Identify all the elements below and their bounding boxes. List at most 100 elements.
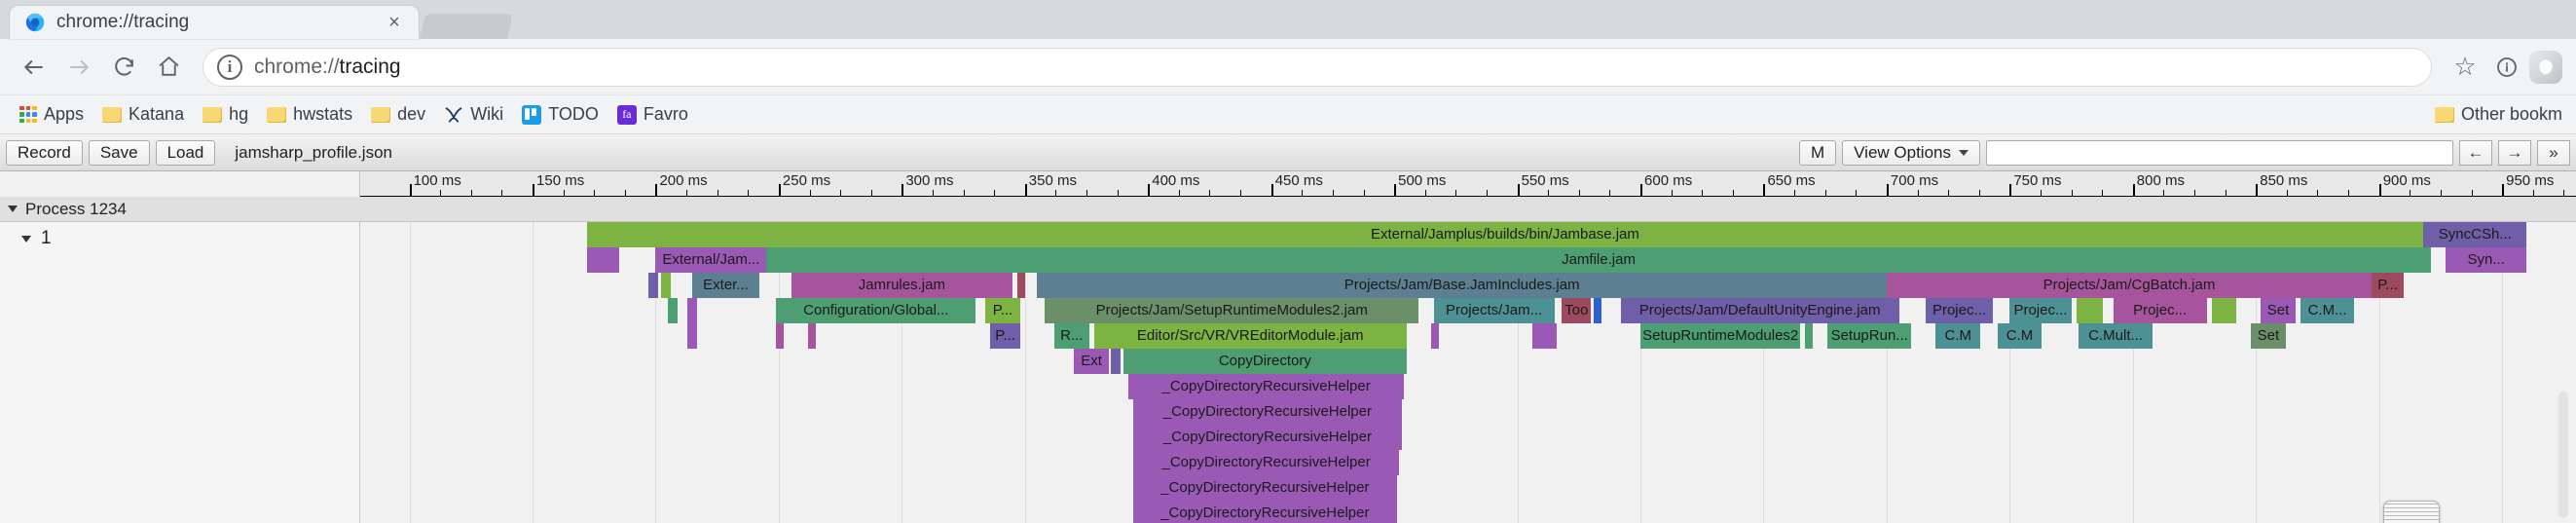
flame-slice[interactable] xyxy=(1431,323,1439,349)
browser-tab-strip: chrome://tracing × xyxy=(0,0,2576,39)
search-prev-button[interactable]: ← xyxy=(2459,139,2492,166)
flame-slice[interactable]: Editor/Src/VR/VREditorModule.jam xyxy=(1093,323,1407,349)
flame-slice[interactable] xyxy=(1111,349,1122,374)
ruler-major-tick xyxy=(1024,184,1027,196)
flame-slice[interactable]: SetupRuntimeModules2 xyxy=(1640,323,1801,349)
flame-slice[interactable]: C.M xyxy=(1935,323,1980,349)
flame-slice[interactable]: Projects/Jam/DefaultUnityEngine.jam xyxy=(1620,298,1899,323)
back-icon[interactable] xyxy=(14,47,55,88)
forward-icon[interactable] xyxy=(58,47,99,88)
flame-slice[interactable] xyxy=(1805,323,1814,349)
thread-row[interactable]: 1 xyxy=(21,228,359,249)
bookmark-favro[interactable]: fa Favro xyxy=(609,100,696,129)
reload-icon[interactable] xyxy=(103,47,144,88)
view-options-button[interactable]: View Options xyxy=(1842,139,1980,166)
flame-slice[interactable]: _CopyDirectoryRecursiveHelper xyxy=(1133,399,1402,425)
search-next-button[interactable]: → xyxy=(2498,139,2531,166)
other-bookmarks[interactable]: Other bookm xyxy=(2434,104,2562,125)
vertical-scrollbar[interactable] xyxy=(2558,392,2568,518)
flame-slice[interactable] xyxy=(586,247,619,273)
flame-slice[interactable]: Projec... xyxy=(1926,298,1993,323)
profile-avatar-icon[interactable] xyxy=(2529,50,2562,84)
flame-slice[interactable]: Projects/Jam/SetupRuntimeModules2.jam xyxy=(1045,298,1419,323)
flame-slice[interactable]: SyncCSh... xyxy=(2423,222,2527,247)
flame-slice[interactable]: C.M... xyxy=(2300,298,2355,323)
browser-tab[interactable]: chrome://tracing × xyxy=(10,6,419,39)
new-tab-ghost[interactable] xyxy=(420,14,513,39)
grip-handle[interactable] xyxy=(2384,502,2439,523)
flame-slice[interactable]: _CopyDirectoryRecursiveHelper xyxy=(1133,501,1397,523)
flame-slice[interactable] xyxy=(2211,298,2236,323)
flame-slice[interactable]: Set xyxy=(2251,323,2286,349)
flame-slice[interactable]: P... xyxy=(985,298,1020,323)
flame-slice[interactable]: C.Mult... xyxy=(2079,323,2153,349)
ruler-minor-tick xyxy=(2102,190,2104,196)
bookmark-hg[interactable]: hg xyxy=(195,100,256,129)
flame-slice[interactable] xyxy=(808,323,816,349)
flame-slice[interactable] xyxy=(1017,273,1025,298)
bookmark-wiki[interactable]: Wiki xyxy=(436,100,511,129)
flame-slice[interactable]: _CopyDirectoryRecursiveHelper xyxy=(1133,450,1400,475)
overflow-button[interactable]: » xyxy=(2537,139,2570,166)
flame-slice[interactable]: SetupRun... xyxy=(1827,323,1912,349)
flame-slice[interactable]: Set xyxy=(2261,298,2296,323)
ruler-minor-tick xyxy=(1455,190,1457,196)
flame-slice[interactable]: Projects/Jam/CgBatch.jam xyxy=(1886,273,2373,298)
flame-slice[interactable]: _CopyDirectoryRecursiveHelper xyxy=(1133,475,1397,501)
process-header[interactable]: Process 1234 xyxy=(0,197,2576,222)
flame-slice[interactable]: C.M xyxy=(1997,323,2042,349)
record-button[interactable]: Record xyxy=(6,139,83,166)
search-input[interactable] xyxy=(1986,139,2453,166)
home-icon[interactable] xyxy=(148,47,189,88)
flame-slice[interactable]: Configuration/Global... xyxy=(776,298,976,323)
flame-slice[interactable]: R... xyxy=(1054,323,1089,349)
bookmark-todo[interactable]: TODO xyxy=(514,100,607,129)
bookmark-star-icon[interactable]: ☆ xyxy=(2446,52,2484,82)
load-button[interactable]: Load xyxy=(155,139,216,166)
address-bar[interactable]: i chrome://tracing xyxy=(202,47,2432,87)
bookmark-apps[interactable]: Apps xyxy=(12,100,92,129)
chevron-down-icon[interactable] xyxy=(21,235,31,243)
flame-slice[interactable] xyxy=(660,273,671,298)
flame-slice[interactable]: External/Jamplus/builds/bin/Jambase.jam xyxy=(586,222,2424,247)
flame-slice[interactable]: Exter... xyxy=(692,273,759,298)
flame-slice[interactable]: Jamrules.jam xyxy=(791,273,1013,298)
flame-slice[interactable] xyxy=(668,298,679,323)
flame-slice[interactable] xyxy=(647,273,658,298)
metrics-button[interactable]: M xyxy=(1798,139,1837,166)
bookmark-katana[interactable]: Katana xyxy=(94,100,192,129)
close-icon[interactable]: × xyxy=(382,10,407,35)
extension-info-icon[interactable] xyxy=(2486,47,2527,88)
flame-slice[interactable]: P... xyxy=(2372,273,2404,298)
flame-slice[interactable] xyxy=(776,323,784,349)
flame-slice[interactable] xyxy=(2076,298,2104,323)
bookmark-hwstats[interactable]: hwstats xyxy=(259,100,360,129)
flame-slice[interactable]: P... xyxy=(990,323,1020,349)
flame-slice[interactable] xyxy=(1531,323,1558,349)
flame-slice[interactable]: External/Jam... xyxy=(655,247,767,273)
flame-slice[interactable]: _CopyDirectoryRecursiveHelper xyxy=(1133,425,1402,450)
flame-slice[interactable]: Jamfile.jam xyxy=(766,247,2431,273)
chevron-down-icon[interactable] xyxy=(8,205,18,212)
page-info-icon[interactable]: i xyxy=(217,54,242,80)
flame-slice[interactable]: Projects/Jam... xyxy=(1433,298,1555,323)
bookmark-dev[interactable]: dev xyxy=(363,100,433,129)
folder-icon xyxy=(371,106,391,123)
flame-slice[interactable] xyxy=(687,323,698,349)
flame-slice[interactable] xyxy=(687,298,698,323)
timeline-ruler[interactable]: 100 ms 150 ms 200 ms 250 ms 300 ms 350 ms 400 … xyxy=(360,171,2576,197)
ruler-minor-tick xyxy=(963,190,965,196)
flame-slice[interactable]: Projec... xyxy=(2009,298,2072,323)
flame-slice[interactable]: Projects/Jam/Base.JamIncludes.jam xyxy=(1037,273,1887,298)
flame-slice[interactable]: Ext xyxy=(1074,349,1109,374)
flame-slice[interactable]: _CopyDirectoryRecursiveHelper xyxy=(1128,374,1405,399)
flame-slice[interactable]: Syn... xyxy=(2445,247,2527,273)
flame-slice[interactable]: Too xyxy=(1562,298,1592,323)
flame-chart-canvas[interactable]: External/Jamplus/builds/bin/Jambase.jam S… xyxy=(360,222,2576,523)
flame-slice[interactable]: CopyDirectory xyxy=(1122,349,1407,374)
ruler-major-tick xyxy=(1394,184,1397,196)
ruler-minor-tick xyxy=(1086,190,1088,196)
save-button[interactable]: Save xyxy=(88,139,150,166)
flame-slice[interactable]: Projec... xyxy=(2113,298,2207,323)
flame-slice[interactable] xyxy=(1593,298,1601,323)
